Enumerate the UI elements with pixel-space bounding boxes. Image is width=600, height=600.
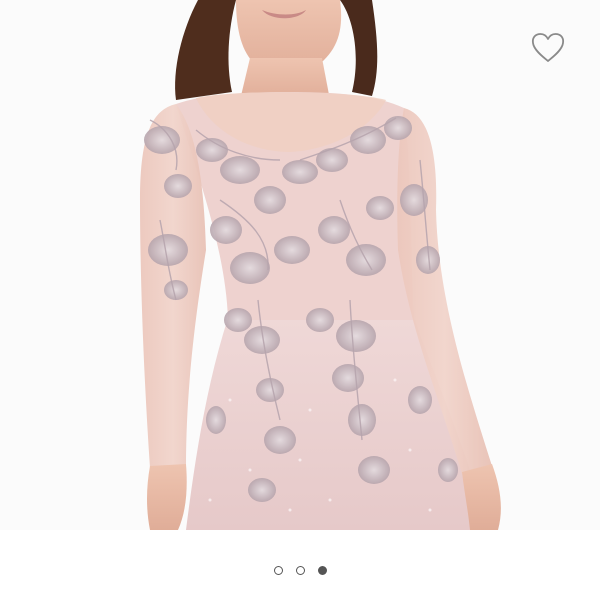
- left-hand: [147, 464, 187, 530]
- carousel-dot-3[interactable]: [317, 565, 327, 575]
- product-photo[interactable]: [0, 0, 600, 530]
- favorite-button[interactable]: [528, 30, 568, 66]
- dress-illustration: [140, 0, 501, 530]
- heart-outline-icon: [531, 33, 565, 62]
- product-photo-screen: [0, 0, 600, 600]
- carousel-indicator: [0, 560, 600, 580]
- carousel-dot-1[interactable]: [273, 565, 283, 575]
- hair-left: [175, 0, 236, 100]
- carousel-dot-2[interactable]: [295, 565, 305, 575]
